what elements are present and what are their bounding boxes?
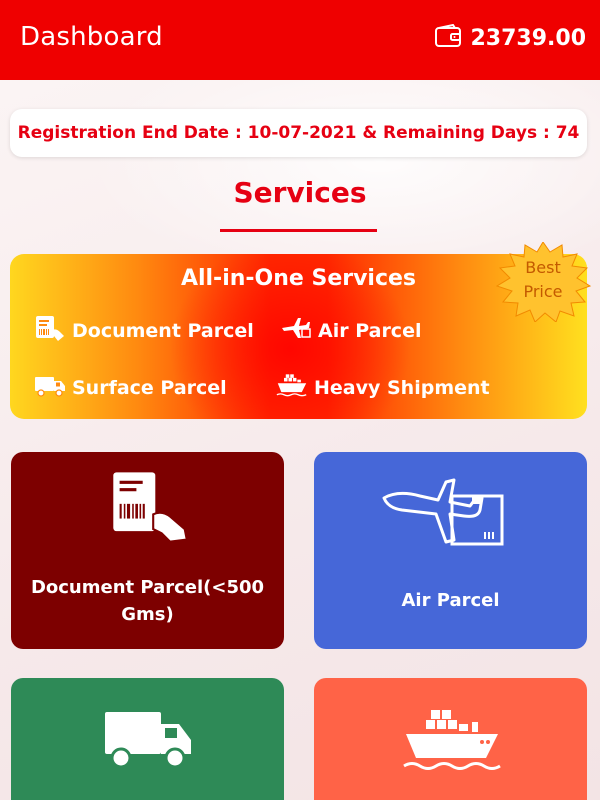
cargo-ship-icon — [276, 371, 308, 404]
card-label: Document Parcel(<500 Gms) — [30, 577, 265, 625]
document-parcel-icon — [113, 472, 189, 543]
airplane-icon — [382, 478, 504, 546]
wallet-balance[interactable]: 23739.00 — [434, 23, 586, 52]
document-parcel-icon — [34, 314, 66, 347]
badge-line2: Price — [523, 282, 563, 301]
aio-item-label: Surface Parcel — [72, 376, 227, 399]
wallet-amount: 23739.00 — [470, 25, 586, 51]
aio-item-heavy-shipment[interactable]: Heavy Shipment — [276, 371, 490, 404]
service-card-air-parcel[interactable]: Air Parcel — [314, 452, 587, 649]
truck-icon — [105, 712, 191, 769]
services-heading: Services — [233, 176, 367, 209]
badge-line1: Best — [525, 258, 561, 277]
page-title: Dashboard — [20, 22, 163, 52]
cargo-ship-icon — [403, 710, 501, 770]
service-card-surface-parcel[interactable] — [11, 678, 284, 800]
airplane-icon — [280, 314, 312, 347]
registration-text: Registration End Date : 10-07-2021 & Rem… — [17, 123, 580, 143]
top-app-bar: Dashboard 23739.00 — [0, 0, 600, 80]
service-card-document-parcel[interactable]: Document Parcel(<500 Gms) — [11, 452, 284, 649]
best-price-badge: Best Price — [488, 242, 598, 322]
aio-item-air-parcel[interactable]: Air Parcel — [280, 314, 421, 347]
registration-info-banner: Registration End Date : 10-07-2021 & Rem… — [10, 109, 587, 157]
wallet-icon — [434, 23, 462, 52]
aio-item-surface-parcel[interactable]: Surface Parcel — [34, 371, 227, 404]
card-label: Air Parcel — [401, 590, 500, 611]
service-card-heavy-shipment[interactable] — [314, 678, 587, 800]
aio-item-label: Air Parcel — [318, 319, 422, 342]
aio-item-document-parcel[interactable]: Document Parcel — [34, 314, 254, 347]
services-underline — [220, 229, 377, 232]
truck-icon — [34, 371, 66, 404]
all-in-one-services-banner[interactable]: All-in-One Services Document Parcel Air … — [10, 242, 592, 419]
aio-item-label: Document Parcel — [72, 319, 254, 342]
aio-item-label: Heavy Shipment — [314, 376, 490, 399]
